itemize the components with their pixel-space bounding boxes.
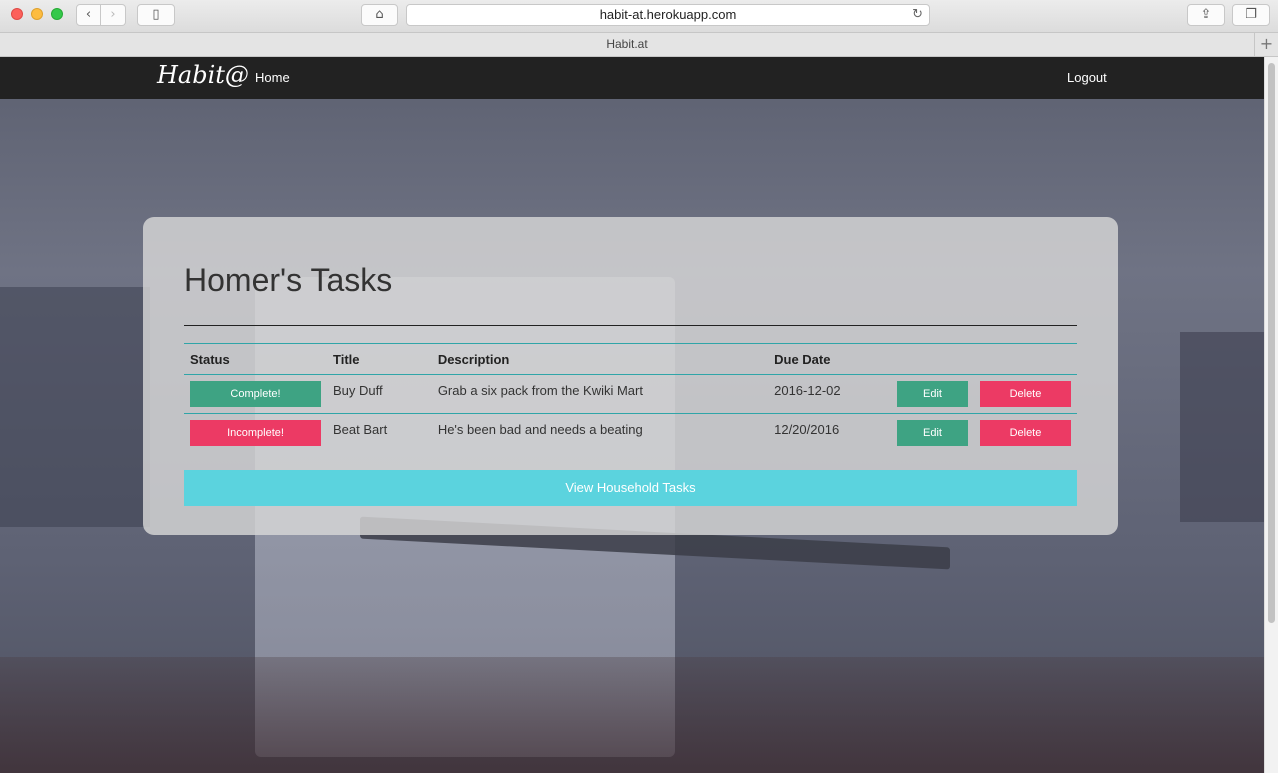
title-cell: Beat Bart: [333, 422, 388, 437]
page-viewport: Habit@ Home Logout Homer's Tasks Status …: [0, 57, 1264, 773]
due-date-cell: 12/20/2016: [774, 422, 840, 437]
delete-cell: Delete: [973, 374, 1077, 414]
scrollbar-thumb[interactable]: [1268, 63, 1275, 623]
chevron-right-icon: ›: [110, 7, 116, 22]
description-cell: He's been bad and needs a beating: [437, 422, 643, 437]
edit-cell: Edit: [891, 414, 974, 453]
background-photo-element: [0, 287, 150, 527]
share-icon: ⇪: [1200, 7, 1212, 22]
back-button[interactable]: ‹: [76, 4, 101, 26]
due-date-cell: 2016-12-02: [768, 374, 891, 414]
new-tab-button[interactable]: +: [1254, 33, 1278, 56]
minimize-window-button[interactable]: [31, 8, 43, 20]
brand-logo[interactable]: Habit@: [157, 61, 249, 89]
edit-button[interactable]: Edit: [896, 420, 968, 446]
title-cell: Buy Duff: [327, 374, 432, 414]
divider: [184, 325, 1077, 326]
status-toggle-button[interactable]: Complete!: [190, 381, 321, 407]
browser-titlebar: ‹ › ▯ ⌂ habit-at.herokuapp.com ↻ ⇪ ❐: [0, 0, 1278, 33]
nav-link-logout[interactable]: Logout: [1067, 70, 1107, 85]
chevron-left-icon: ‹: [85, 7, 92, 22]
home-button[interactable]: ⌂: [361, 4, 398, 26]
delete-cell: Delete: [974, 414, 1077, 453]
nav-link-home[interactable]: Home: [255, 70, 290, 85]
forward-button[interactable]: ›: [101, 4, 126, 26]
column-header-description: Description: [431, 343, 769, 375]
address-bar[interactable]: habit-at.herokuapp.com ↻: [406, 4, 930, 26]
show-tabs-button[interactable]: ❐: [1232, 4, 1270, 26]
background-photo-element: [1180, 332, 1264, 522]
table-row: Incomplete! Beat Bart He's been bad and …: [184, 414, 1077, 453]
close-window-button[interactable]: [11, 8, 23, 20]
delete-button[interactable]: Delete: [979, 420, 1071, 446]
page-title: Homer's Tasks: [184, 262, 393, 298]
zoom-window-button[interactable]: [51, 8, 63, 20]
status-cell: Complete!: [184, 374, 327, 414]
tasks-table: Status Title Description Due Date Comple…: [184, 343, 1077, 453]
status-cell: Incomplete!: [184, 414, 327, 453]
column-header-title: Title: [327, 343, 432, 375]
edit-cell: Edit: [890, 374, 974, 414]
column-header-delete: [973, 343, 1077, 375]
app-navbar: Habit@ Home Logout: [0, 57, 1264, 99]
description-cell: Grab a six pack from the Kwiki Mart: [431, 374, 769, 414]
column-header-due-date: Due Date: [768, 343, 891, 375]
scrollbar[interactable]: [1264, 57, 1278, 773]
url-text: habit-at.herokuapp.com: [599, 7, 737, 22]
plus-icon: +: [1259, 34, 1274, 53]
sidebar-icon: ▯: [152, 7, 160, 22]
home-icon: ⌂: [375, 7, 384, 22]
edit-button[interactable]: Edit: [896, 381, 968, 407]
status-toggle-button[interactable]: Incomplete!: [190, 420, 321, 446]
sidebar-toggle-button[interactable]: ▯: [137, 4, 175, 26]
tab-title[interactable]: Habit.at: [0, 37, 1254, 51]
column-header-edit: [890, 343, 974, 375]
tasks-card: Homer's Tasks Status Title Description D…: [143, 217, 1118, 535]
table-row: Complete! Buy Duff Grab a six pack from …: [184, 374, 1077, 414]
share-button[interactable]: ⇪: [1187, 4, 1225, 26]
view-household-tasks-button[interactable]: View Household Tasks: [184, 470, 1077, 506]
tabs-icon: ❐: [1245, 7, 1257, 22]
reload-icon[interactable]: ↻: [912, 5, 923, 25]
table-header-row: Status Title Description Due Date: [184, 343, 1077, 375]
tab-bar: Habit.at +: [0, 33, 1278, 57]
delete-button[interactable]: Delete: [979, 381, 1071, 407]
background-photo-element: [0, 657, 1264, 773]
column-header-status: Status: [184, 343, 327, 375]
